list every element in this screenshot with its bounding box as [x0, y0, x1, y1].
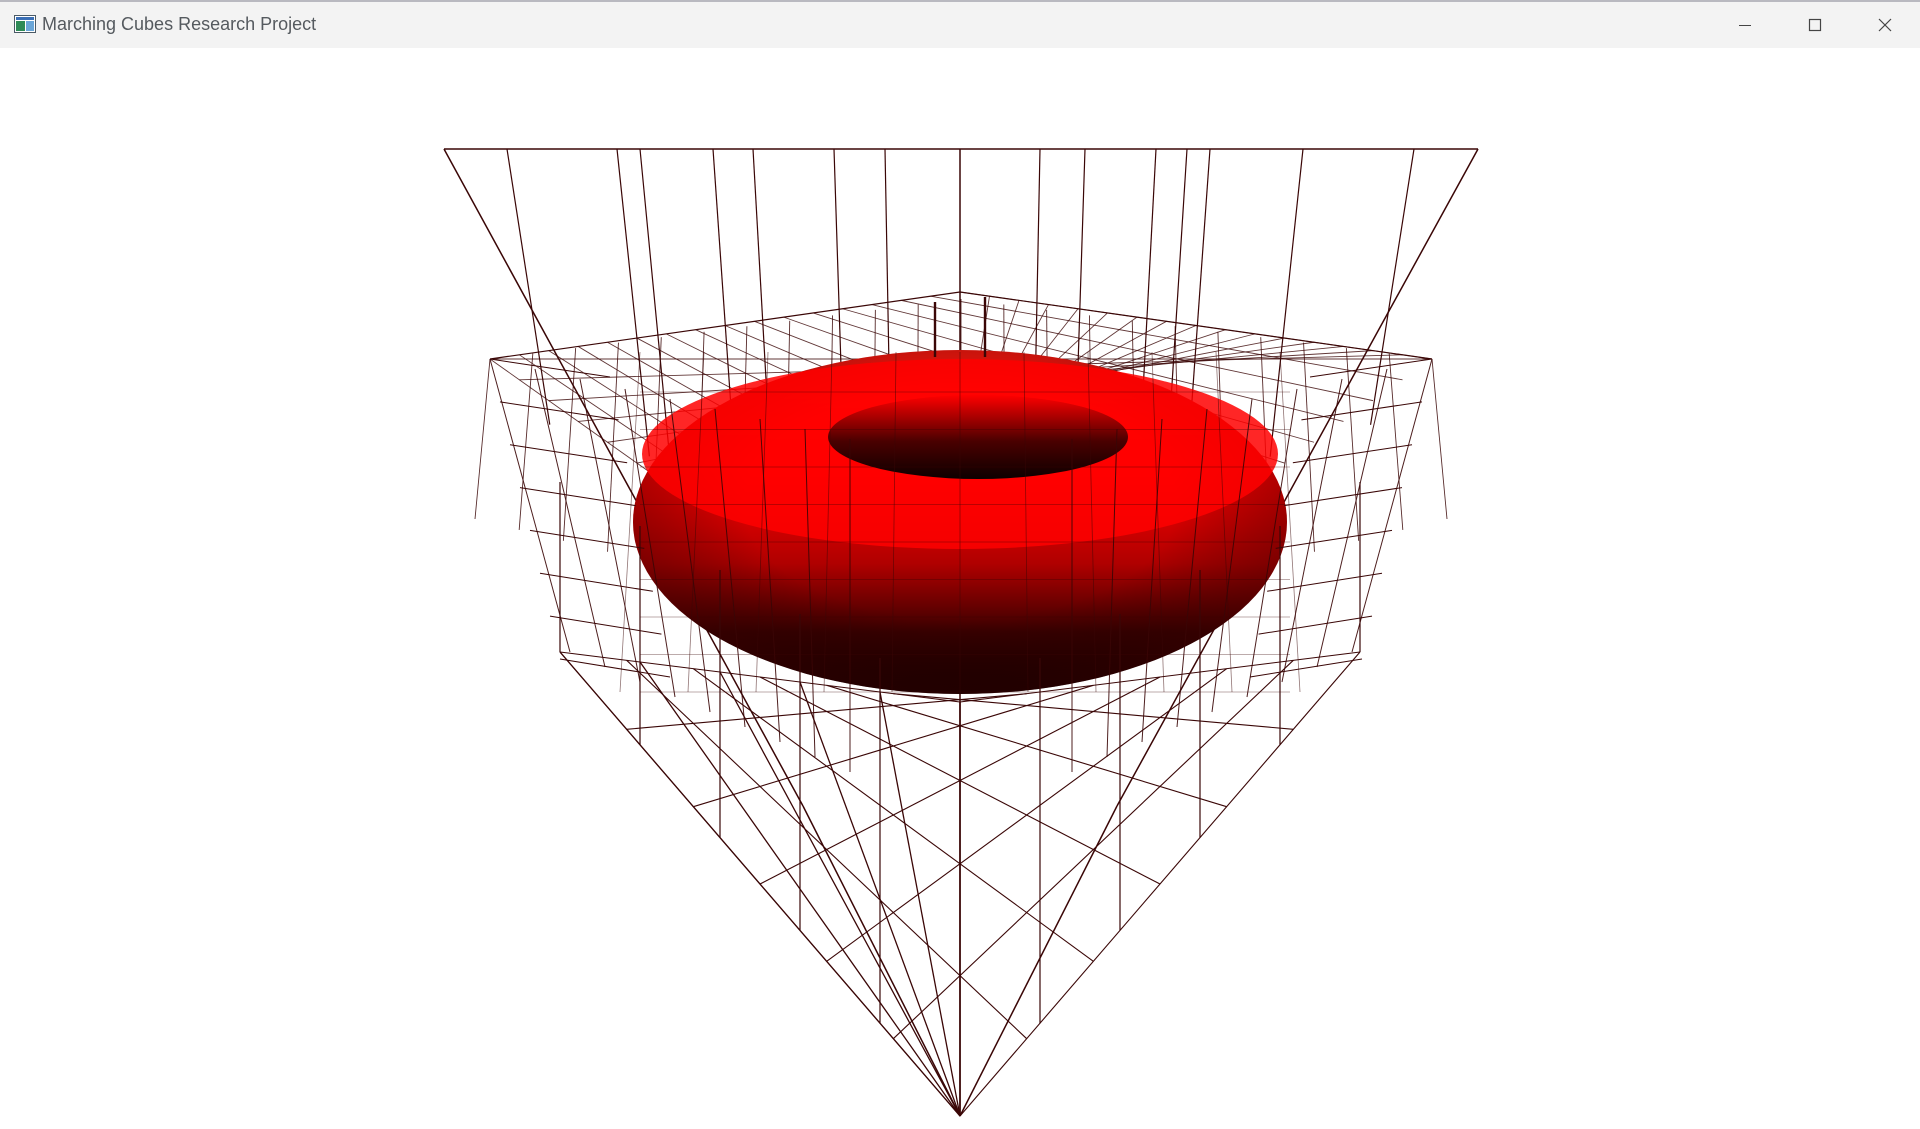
wireframe-edge	[539, 572, 653, 592]
wireframe-edge	[607, 342, 619, 552]
wireframe-edge	[1267, 572, 1383, 592]
wireframe-edge	[1284, 487, 1403, 507]
wireframe-edge	[719, 671, 961, 1117]
wireframe-edge	[489, 358, 611, 378]
wireframe-edge	[489, 358, 571, 653]
minimize-button[interactable]	[1710, 2, 1780, 48]
wireframe-edge	[693, 668, 1094, 962]
wireframe-edge	[549, 615, 662, 635]
window-title: Marching Cubes Research Project	[42, 14, 317, 34]
close-icon	[1878, 18, 1892, 32]
wireframe-edge	[892, 659, 1294, 1040]
application-window: Marching Cubes Research Project	[0, 0, 1920, 1129]
wireframe-edge	[1249, 658, 1363, 678]
close-button[interactable]	[1850, 2, 1920, 48]
render-viewport[interactable]	[0, 48, 1920, 1129]
wireframe-edge	[562, 348, 577, 541]
wireframe-edge	[499, 401, 619, 421]
wireframe-edge	[1301, 401, 1423, 421]
wireframe-edge	[959, 651, 1361, 1117]
wireframe-edge	[879, 691, 961, 1117]
wireframe-edge	[626, 659, 1028, 1040]
wireframe-edge	[519, 487, 636, 507]
wireframe-edge	[1431, 358, 1448, 520]
wireframe-edge	[1258, 615, 1373, 635]
wireframe-edge	[1275, 529, 1393, 549]
maximize-icon	[1808, 18, 1822, 32]
wireframe-edge	[1316, 368, 1388, 668]
app-window-icon	[14, 15, 36, 33]
wireframe-edge	[534, 368, 606, 668]
wireframe-edge	[506, 148, 551, 425]
torus-center-hole	[828, 395, 1128, 479]
wireframe-edge	[1388, 353, 1404, 530]
wireframe-edge	[474, 358, 491, 520]
window-controls	[1710, 2, 1920, 48]
marching-cubes-scene	[443, 148, 1479, 1117]
wireframe-edge	[1303, 342, 1315, 552]
wireframe-edge	[559, 658, 671, 678]
minimize-icon	[1739, 25, 1751, 26]
wireframe-edge	[559, 651, 961, 1117]
wireframe-edge	[529, 529, 645, 549]
wireframe-edge	[1351, 358, 1433, 653]
wireframe-edge	[826, 668, 1227, 962]
maximize-button[interactable]	[1780, 2, 1850, 48]
title-bar[interactable]: Marching Cubes Research Project	[0, 2, 1920, 48]
wireframe-edge	[1369, 148, 1415, 425]
